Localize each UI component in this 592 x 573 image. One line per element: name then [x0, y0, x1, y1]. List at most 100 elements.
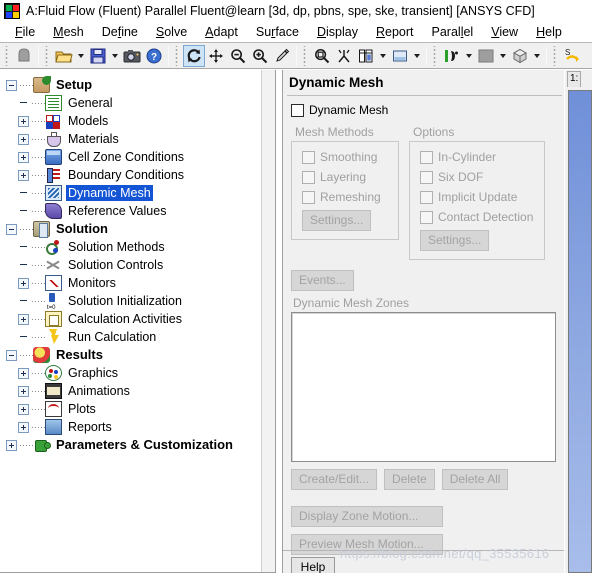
expander-plus-icon[interactable] — [18, 277, 29, 289]
layering-row[interactable]: Layering — [302, 170, 390, 184]
options-settings-button[interactable]: Settings... — [420, 230, 490, 251]
rotate-refresh-icon[interactable] — [183, 44, 205, 67]
six-dof-row[interactable]: Six DOF — [420, 170, 536, 184]
menu-surface[interactable]: Surface — [247, 24, 308, 40]
pan-arrows-icon[interactable] — [205, 45, 227, 67]
menu-mesh[interactable]: Mesh — [44, 24, 93, 40]
view-axes-icon[interactable] — [333, 45, 355, 67]
tree-item-setup[interactable]: Setup — [4, 76, 261, 94]
menu-define[interactable]: Define — [93, 24, 147, 40]
open-dropdown-arrow[interactable] — [75, 45, 87, 67]
tree-vertical-scrollbar[interactable] — [261, 70, 275, 572]
smoothing-row[interactable]: Smoothing — [302, 150, 390, 164]
dynamic-mesh-enable-row[interactable]: Dynamic Mesh — [291, 103, 556, 117]
tree-item-parameters-customization[interactable]: Parameters & Customization — [4, 436, 261, 454]
create-edit-button[interactable]: Create/Edit... — [291, 469, 378, 490]
remeshing-row[interactable]: Remeshing — [302, 190, 390, 204]
tree-item-materials[interactable]: Materials — [4, 130, 261, 148]
tree-item-boundary-conditions[interactable]: Boundary Conditions — [4, 166, 261, 184]
implicit-update-checkbox[interactable] — [420, 190, 433, 204]
tree-item-cell-zone-conditions[interactable]: Cell Zone Conditions — [4, 148, 261, 166]
layout-dropdown-arrow[interactable] — [377, 45, 389, 67]
mesh-methods-settings-button[interactable]: Settings... — [302, 210, 372, 231]
display-window-icon[interactable] — [389, 45, 411, 67]
menu-solve[interactable]: Solve — [147, 24, 196, 40]
save-dropdown-arrow[interactable] — [109, 45, 121, 67]
color-dropdown-arrow[interactable] — [497, 45, 509, 67]
tree-item-run-calculation[interactable]: Run Calculation — [4, 328, 261, 346]
mouse-probe-icon[interactable] — [13, 45, 35, 67]
delete-button[interactable]: Delete — [384, 469, 435, 490]
tree-item-reports[interactable]: Reports — [4, 418, 261, 436]
menu-help[interactable]: Help — [527, 24, 571, 40]
panel-layout-icon[interactable] — [355, 45, 377, 67]
tree-item-solution-methods[interactable]: Solution Methods — [4, 238, 261, 256]
probe-pointer-icon[interactable] — [271, 45, 293, 67]
expander-minus-icon[interactable] — [6, 223, 17, 235]
toolbar-grip[interactable] — [174, 45, 181, 66]
tree-item-solution-initialization[interactable]: Solution Initialization — [4, 292, 261, 311]
open-folder-icon[interactable] — [53, 45, 75, 67]
expander-plus-icon[interactable] — [18, 421, 29, 433]
menu-file[interactable]: File — [6, 24, 44, 40]
display-dropdown-arrow[interactable] — [411, 45, 423, 67]
toolbar-grip[interactable] — [44, 45, 51, 66]
display-zone-motion-button[interactable]: Display Zone Motion... — [291, 506, 443, 527]
expander-plus-icon[interactable] — [18, 169, 29, 181]
dynamic-mesh-checkbox[interactable] — [291, 103, 304, 117]
expander-plus-icon[interactable] — [18, 367, 29, 379]
camera-icon[interactable] — [121, 45, 143, 67]
help-button[interactable]: Help — [291, 557, 335, 573]
expander-plus-icon[interactable] — [18, 115, 29, 127]
smoothing-checkbox[interactable] — [302, 150, 315, 164]
in-cylinder-row[interactable]: In-Cylinder — [420, 150, 536, 164]
toolbar-grip[interactable] — [432, 45, 439, 66]
menu-report[interactable]: Report — [367, 24, 423, 40]
tree-item-results[interactable]: Results — [4, 346, 261, 364]
render-dropdown-arrow[interactable] — [531, 45, 543, 67]
help-question-icon[interactable]: ? — [143, 45, 165, 67]
expander-minus-icon[interactable] — [6, 79, 17, 91]
tree-item-solution-controls[interactable]: Solution Controls — [4, 256, 261, 274]
tree-item-solution[interactable]: Solution — [4, 220, 261, 238]
remeshing-checkbox[interactable] — [302, 190, 315, 204]
save-disk-icon[interactable] — [87, 45, 109, 67]
expander-plus-icon[interactable] — [18, 313, 29, 325]
contact-detection-row[interactable]: Contact Detection — [420, 210, 536, 224]
graphics-tab[interactable]: 1: — [567, 71, 582, 87]
zoom-in-icon[interactable] — [249, 45, 271, 67]
tree-item-reference-values[interactable]: Reference Values — [4, 202, 261, 220]
expander-plus-icon[interactable] — [18, 385, 29, 397]
toolbar-grip[interactable] — [4, 45, 11, 66]
toolbar-grip[interactable] — [552, 45, 559, 66]
preview-mesh-motion-button[interactable]: Preview Mesh Motion... — [291, 534, 443, 555]
layering-checkbox[interactable] — [302, 170, 315, 184]
menu-parallel[interactable]: Parallel — [423, 24, 483, 40]
zoom-out-icon[interactable] — [227, 45, 249, 67]
expander-plus-icon[interactable] — [18, 151, 29, 163]
menu-display[interactable]: Display — [308, 24, 367, 40]
tree-item-models[interactable]: Models — [4, 112, 261, 130]
tree-item-graphics[interactable]: Graphics — [4, 364, 261, 382]
toolbar-grip[interactable] — [302, 45, 309, 66]
tree-item-plots[interactable]: Plots — [4, 400, 261, 418]
implicit-update-row[interactable]: Implicit Update — [420, 190, 536, 204]
menu-view[interactable]: View — [482, 24, 527, 40]
contact-detection-checkbox[interactable] — [420, 210, 433, 224]
tree-item-general[interactable]: General — [4, 94, 261, 112]
in-cylinder-checkbox[interactable] — [420, 150, 433, 164]
color-swatch-icon[interactable] — [475, 45, 497, 67]
tree-item-dynamic-mesh[interactable]: Dynamic Mesh — [4, 184, 261, 202]
expander-minus-icon[interactable] — [6, 349, 17, 361]
expander-plus-icon[interactable] — [18, 133, 29, 145]
tree-item-calculation-activities[interactable]: Calculation Activities — [4, 310, 261, 328]
menu-adapt[interactable]: Adapt — [196, 24, 247, 40]
lighting-dropdown-arrow[interactable] — [463, 45, 475, 67]
lighting-icon[interactable] — [441, 45, 463, 67]
zoom-to-fit-icon[interactable] — [311, 45, 333, 67]
tree-item-monitors[interactable]: Monitors — [4, 274, 261, 292]
expander-plus-icon[interactable] — [6, 439, 17, 451]
six-dof-checkbox[interactable] — [420, 170, 433, 184]
events-button[interactable]: Events... — [291, 270, 354, 291]
sync-arrows-icon[interactable]: S — [561, 45, 583, 67]
